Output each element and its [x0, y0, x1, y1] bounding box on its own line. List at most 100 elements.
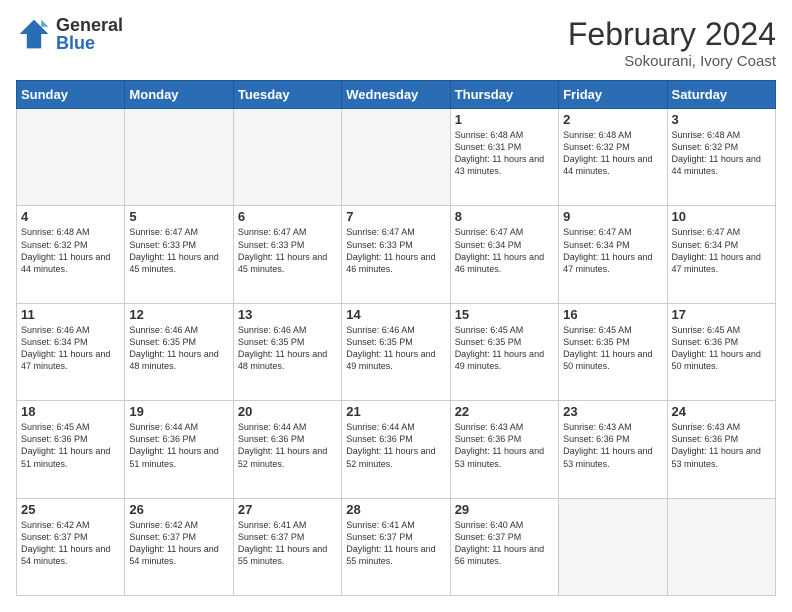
day-info: Sunrise: 6:40 AM Sunset: 6:37 PM Dayligh…: [455, 519, 554, 568]
day-info: Sunrise: 6:44 AM Sunset: 6:36 PM Dayligh…: [346, 421, 445, 470]
logo: General Blue: [16, 16, 123, 52]
calendar-cell: [342, 109, 450, 206]
day-number: 9: [563, 209, 662, 224]
day-number: 21: [346, 404, 445, 419]
day-info: Sunrise: 6:45 AM Sunset: 6:36 PM Dayligh…: [672, 324, 771, 373]
calendar-week-4: 25 Sunrise: 6:42 AM Sunset: 6:37 PM Dayli…: [17, 498, 776, 595]
day-info: Sunrise: 6:42 AM Sunset: 6:37 PM Dayligh…: [129, 519, 228, 568]
day-number: 16: [563, 307, 662, 322]
day-info: Sunrise: 6:43 AM Sunset: 6:36 PM Dayligh…: [563, 421, 662, 470]
day-info: Sunrise: 6:48 AM Sunset: 6:32 PM Dayligh…: [672, 129, 771, 178]
day-number: 28: [346, 502, 445, 517]
calendar-week-0: 1 Sunrise: 6:48 AM Sunset: 6:31 PM Daylig…: [17, 109, 776, 206]
day-info: Sunrise: 6:47 AM Sunset: 6:34 PM Dayligh…: [672, 226, 771, 275]
day-number: 22: [455, 404, 554, 419]
day-number: 11: [21, 307, 120, 322]
day-info: Sunrise: 6:45 AM Sunset: 6:35 PM Dayligh…: [563, 324, 662, 373]
day-number: 10: [672, 209, 771, 224]
calendar-cell: 23 Sunrise: 6:43 AM Sunset: 6:36 PM Dayli…: [559, 401, 667, 498]
calendar-cell: 27 Sunrise: 6:41 AM Sunset: 6:37 PM Dayli…: [233, 498, 341, 595]
calendar-cell: 8 Sunrise: 6:47 AM Sunset: 6:34 PM Daylig…: [450, 206, 558, 303]
calendar-cell: 20Sunrise: 6:44 AM Sunset: 6:36 PM Dayli…: [233, 401, 341, 498]
calendar-cell: [559, 498, 667, 595]
calendar-cell: [17, 109, 125, 206]
calendar-cell: [125, 109, 233, 206]
day-number: 12: [129, 307, 228, 322]
calendar-cell: 19 Sunrise: 6:44 AM Sunset: 6:36 PM Dayli…: [125, 401, 233, 498]
calendar-cell: 26 Sunrise: 6:42 AM Sunset: 6:37 PM Dayli…: [125, 498, 233, 595]
calendar-cell: 17Sunrise: 6:45 AM Sunset: 6:36 PM Dayli…: [667, 303, 775, 400]
calendar-header-row: SundayMondayTuesdayWednesdayThursdayFrid…: [17, 81, 776, 109]
calendar-cell: 25Sunrise: 6:42 AM Sunset: 6:37 PM Dayli…: [17, 498, 125, 595]
day-number: 6: [238, 209, 337, 224]
day-number: 25: [21, 502, 120, 517]
day-number: 15: [455, 307, 554, 322]
day-info: Sunrise: 6:46 AM Sunset: 6:35 PM Dayligh…: [346, 324, 445, 373]
calendar-header-friday: Friday: [559, 81, 667, 109]
calendar-header-saturday: Saturday: [667, 81, 775, 109]
calendar-cell: 2 Sunrise: 6:48 AM Sunset: 6:32 PM Daylig…: [559, 109, 667, 206]
calendar-week-3: 18Sunrise: 6:45 AM Sunset: 6:36 PM Dayli…: [17, 401, 776, 498]
day-number: 3: [672, 112, 771, 127]
day-info: Sunrise: 6:48 AM Sunset: 6:32 PM Dayligh…: [21, 226, 120, 275]
logo-general-text: General: [56, 16, 123, 34]
calendar-header-tuesday: Tuesday: [233, 81, 341, 109]
day-number: 2: [563, 112, 662, 127]
calendar-header-monday: Monday: [125, 81, 233, 109]
calendar-cell: 21 Sunrise: 6:44 AM Sunset: 6:36 PM Dayli…: [342, 401, 450, 498]
calendar-cell: 7 Sunrise: 6:47 AM Sunset: 6:33 PM Daylig…: [342, 206, 450, 303]
day-info: Sunrise: 6:47 AM Sunset: 6:34 PM Dayligh…: [563, 226, 662, 275]
day-info: Sunrise: 6:47 AM Sunset: 6:34 PM Dayligh…: [455, 226, 554, 275]
day-number: 7: [346, 209, 445, 224]
location: Sokourani, Ivory Coast: [568, 53, 776, 70]
day-number: 26: [129, 502, 228, 517]
calendar-header-thursday: Thursday: [450, 81, 558, 109]
day-info: Sunrise: 6:45 AM Sunset: 6:35 PM Dayligh…: [455, 324, 554, 373]
day-number: 1: [455, 112, 554, 127]
day-info: Sunrise: 6:48 AM Sunset: 6:31 PM Dayligh…: [455, 129, 554, 178]
day-info: Sunrise: 6:47 AM Sunset: 6:33 PM Dayligh…: [238, 226, 337, 275]
logo-blue-text: Blue: [56, 34, 123, 52]
day-number: 23: [563, 404, 662, 419]
day-number: 20: [238, 404, 337, 419]
calendar-cell: 11 Sunrise: 6:46 AM Sunset: 6:34 PM Dayli…: [17, 303, 125, 400]
day-info: Sunrise: 6:47 AM Sunset: 6:33 PM Dayligh…: [346, 226, 445, 275]
day-info: Sunrise: 6:44 AM Sunset: 6:36 PM Dayligh…: [129, 421, 228, 470]
day-info: Sunrise: 6:45 AM Sunset: 6:36 PM Dayligh…: [21, 421, 120, 470]
day-info: Sunrise: 6:48 AM Sunset: 6:32 PM Dayligh…: [563, 129, 662, 178]
day-info: Sunrise: 6:46 AM Sunset: 6:35 PM Dayligh…: [129, 324, 228, 373]
day-number: 27: [238, 502, 337, 517]
day-info: Sunrise: 6:41 AM Sunset: 6:37 PM Dayligh…: [346, 519, 445, 568]
day-info: Sunrise: 6:43 AM Sunset: 6:36 PM Dayligh…: [455, 421, 554, 470]
day-info: Sunrise: 6:43 AM Sunset: 6:36 PM Dayligh…: [672, 421, 771, 470]
day-number: 19: [129, 404, 228, 419]
day-number: 5: [129, 209, 228, 224]
calendar-cell: 15 Sunrise: 6:45 AM Sunset: 6:35 PM Dayli…: [450, 303, 558, 400]
day-info: Sunrise: 6:41 AM Sunset: 6:37 PM Dayligh…: [238, 519, 337, 568]
day-info: Sunrise: 6:46 AM Sunset: 6:35 PM Dayligh…: [238, 324, 337, 373]
calendar-cell: 3 Sunrise: 6:48 AM Sunset: 6:32 PM Daylig…: [667, 109, 775, 206]
calendar-cell: [233, 109, 341, 206]
day-number: 4: [21, 209, 120, 224]
calendar-cell: [667, 498, 775, 595]
calendar-cell: 13 Sunrise: 6:46 AM Sunset: 6:35 PM Dayli…: [233, 303, 341, 400]
calendar-table: SundayMondayTuesdayWednesdayThursdayFrid…: [16, 80, 776, 596]
page: General Blue February 2024 Sokourani, Iv…: [0, 0, 792, 612]
calendar-cell: 9 Sunrise: 6:47 AM Sunset: 6:34 PM Daylig…: [559, 206, 667, 303]
header: General Blue February 2024 Sokourani, Iv…: [16, 16, 776, 70]
calendar-cell: 29 Sunrise: 6:40 AM Sunset: 6:37 PM Dayli…: [450, 498, 558, 595]
month-year: February 2024: [568, 16, 776, 53]
day-number: 29: [455, 502, 554, 517]
calendar-cell: 10 Sunrise: 6:47 AM Sunset: 6:34 PM Dayli…: [667, 206, 775, 303]
day-number: 13: [238, 307, 337, 322]
calendar-cell: 12 Sunrise: 6:46 AM Sunset: 6:35 PM Dayli…: [125, 303, 233, 400]
calendar-week-2: 11 Sunrise: 6:46 AM Sunset: 6:34 PM Dayli…: [17, 303, 776, 400]
day-number: 24: [672, 404, 771, 419]
calendar-cell: 22 Sunrise: 6:43 AM Sunset: 6:36 PM Dayli…: [450, 401, 558, 498]
day-info: Sunrise: 6:46 AM Sunset: 6:34 PM Dayligh…: [21, 324, 120, 373]
calendar-cell: 1 Sunrise: 6:48 AM Sunset: 6:31 PM Daylig…: [450, 109, 558, 206]
day-number: 8: [455, 209, 554, 224]
calendar-cell: 6 Sunrise: 6:47 AM Sunset: 6:33 PM Daylig…: [233, 206, 341, 303]
calendar-cell: 24 Sunrise: 6:43 AM Sunset: 6:36 PM Dayli…: [667, 401, 775, 498]
calendar-cell: 4 Sunrise: 6:48 AM Sunset: 6:32 PM Daylig…: [17, 206, 125, 303]
